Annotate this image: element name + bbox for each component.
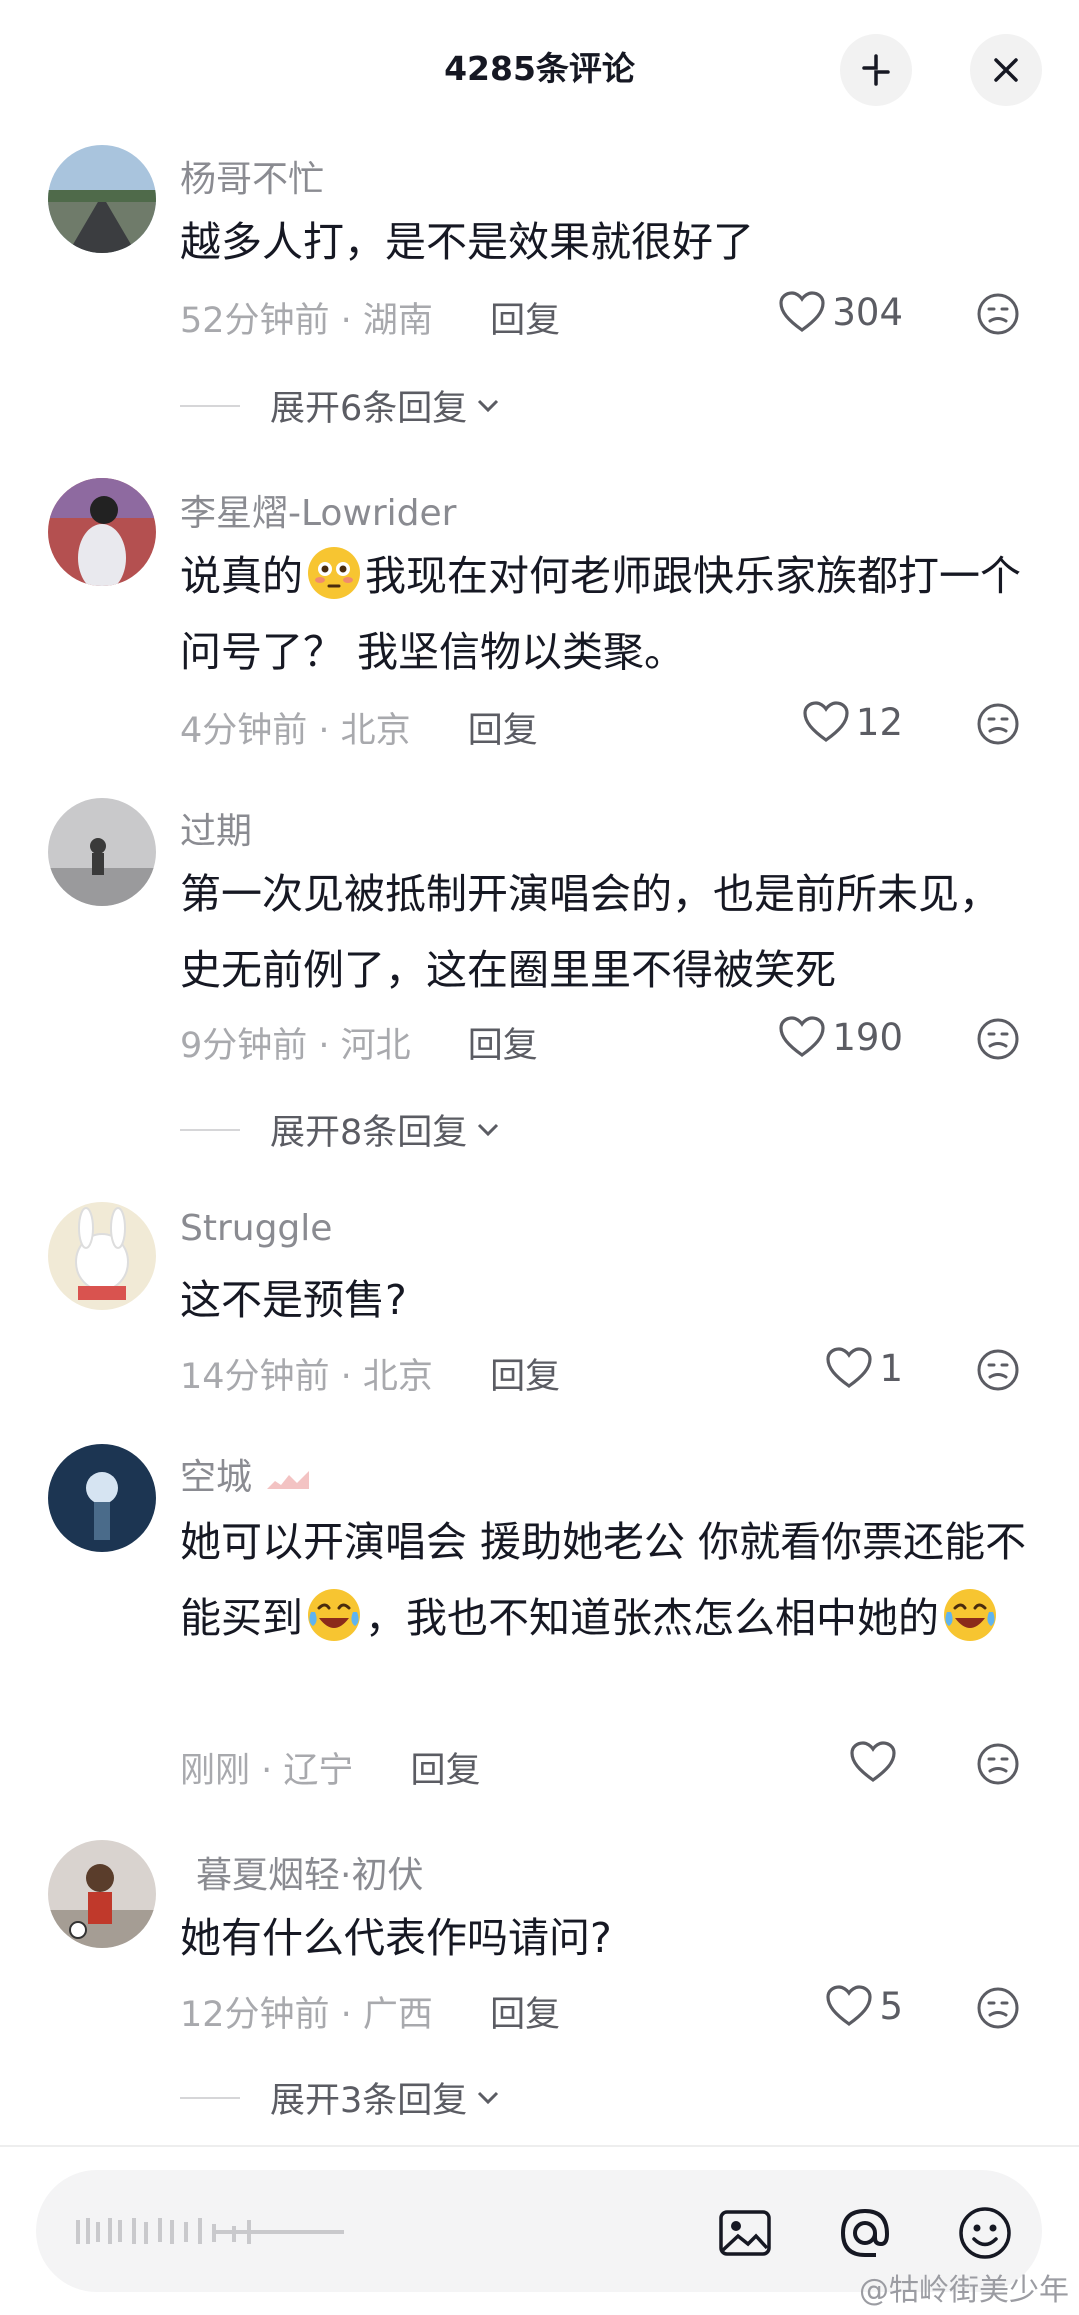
expand-divider (180, 404, 240, 407)
comment-text: 越多人打，是不是效果就很好了 (180, 218, 754, 266)
comment-text: 她可以开演唱会 援助她老公 你就看你票还能不能买到 ，我也不知道张杰怎么相中她的 (180, 1504, 1040, 1656)
like-count: 190 (832, 1015, 903, 1059)
like-button[interactable]: 12 (802, 700, 903, 744)
comment-meta: 12分钟前 · 广西 回复 (180, 1986, 560, 2037)
avatar[interactable] (48, 1444, 156, 1552)
reply-button[interactable]: 回复 (468, 711, 538, 751)
reply-button[interactable]: 回复 (468, 1026, 538, 1066)
emoji-smile-icon[interactable] (956, 2204, 1014, 2262)
comment-time-location: 4分钟前 · 北京 (180, 711, 411, 751)
comment-meta: 14分钟前 · 北京 回复 (180, 1348, 560, 1399)
comment-text-part: ，我也不知道张杰怎么相中她的 (365, 1594, 939, 1642)
dislike-face-icon[interactable] (976, 1986, 1020, 2030)
chevron-down-icon (478, 399, 499, 412)
collapse-button[interactable] (840, 34, 912, 106)
at-mention-icon[interactable] (836, 2204, 894, 2262)
chevron-down-icon (478, 2091, 499, 2104)
heart-icon (826, 1347, 873, 1388)
reply-button[interactable]: 回复 (490, 1995, 560, 2035)
comment-meta: 刚刚 · 辽宁 回复 (180, 1742, 481, 1793)
comments-header: 4285条评论 (0, 0, 1079, 135)
image-icon[interactable] (716, 2204, 774, 2262)
like-count: 1 (879, 1346, 903, 1390)
reply-button[interactable]: 回复 (490, 1357, 560, 1397)
avatar[interactable] (48, 798, 156, 906)
comment-meta: 52分钟前 · 湖南 回复 (180, 292, 560, 343)
dislike-face-icon[interactable] (976, 1348, 1020, 1392)
expand-replies-button[interactable]: 展开8条回复 (180, 1104, 505, 1155)
heart-icon (779, 1016, 825, 1057)
comment-username-text: 空城 (180, 1457, 253, 1498)
comment-text: 这不是预售? (180, 1276, 407, 1324)
comment-time-location: 12分钟前 · 广西 (180, 1995, 433, 2035)
comment-time-location: 52分钟前 · 湖南 (180, 301, 433, 341)
dislike-face-icon[interactable] (976, 702, 1020, 746)
like-count: 304 (832, 290, 903, 334)
heart-icon (826, 1985, 873, 2026)
comment-meta: 9分钟前 · 河北 回复 (180, 1017, 538, 1068)
reply-button[interactable]: 回复 (411, 1751, 481, 1791)
dislike-face-icon[interactable] (976, 292, 1020, 336)
expand-replies-label: 展开8条回复 (270, 1113, 468, 1153)
input-divider (0, 2145, 1079, 2147)
comment-username[interactable]: 过期 (180, 802, 252, 854)
expand-replies-label: 展开6条回复 (270, 389, 468, 429)
like-button[interactable]: 1 (825, 1346, 903, 1390)
avatar[interactable] (48, 1840, 156, 1948)
expand-divider (180, 2096, 240, 2099)
laughing-tears-emoji-icon (944, 1589, 996, 1641)
chevron-down-icon (478, 1123, 499, 1136)
laughing-tears-emoji-icon (308, 1589, 360, 1641)
close-icon (994, 58, 1018, 82)
comment-time-location: 刚刚 · 辽宁 (180, 1751, 354, 1791)
comment-time-location: 9分钟前 · 河北 (180, 1026, 411, 1066)
like-count: 5 (879, 1984, 903, 2028)
comment-count-title: 4285条评论 (444, 49, 635, 88)
like-count: 12 (855, 700, 903, 744)
like-button[interactable]: 5 (825, 1984, 903, 2028)
close-button[interactable] (970, 34, 1042, 106)
comment-text-part: 说真的 (180, 552, 303, 600)
comment-username[interactable]: 暮夏烟轻·初伏 (196, 1846, 423, 1898)
watermark: @牯岭街美少年 (859, 2273, 1069, 2308)
like-button[interactable] (849, 1740, 903, 1784)
expand-divider (180, 1128, 240, 1131)
avatar[interactable] (48, 145, 156, 253)
avatar[interactable] (48, 1202, 156, 1310)
comment-username[interactable]: 空城 (180, 1448, 311, 1500)
flushed-emoji-icon (308, 547, 360, 599)
comment-time-location: 14分钟前 · 北京 (180, 1357, 433, 1397)
expand-replies-button[interactable]: 展开6条回复 (180, 380, 505, 431)
input-placeholder-scribble (76, 2218, 344, 2244)
heart-icon (850, 1741, 896, 1782)
user-badge-icon (267, 1471, 310, 1489)
reply-button[interactable]: 回复 (490, 301, 560, 341)
collapse-arrows-icon (862, 54, 890, 86)
dislike-face-icon[interactable] (976, 1742, 1020, 1786)
like-button[interactable]: 304 (778, 290, 903, 334)
comment-username[interactable]: 李星熠-Lowrider (180, 484, 457, 536)
avatar[interactable] (48, 478, 156, 586)
expand-replies-label: 展开3条回复 (270, 2081, 468, 2121)
heart-icon (803, 701, 849, 742)
comment-meta: 4分钟前 · 北京 回复 (180, 702, 538, 753)
comment-text: 第一次见被抵制开演唱会的，也是前所未见，史无前例了，这在圈里里不得被笑死 (180, 870, 1000, 994)
comment-username[interactable]: Struggle (180, 1208, 332, 1249)
dislike-face-icon[interactable] (976, 1017, 1020, 1061)
like-button[interactable]: 190 (778, 1015, 903, 1059)
expand-replies-button[interactable]: 展开3条回复 (180, 2072, 505, 2123)
comment-text: 她有什么代表作吗请问? (180, 1914, 612, 1962)
heart-icon (779, 291, 825, 332)
comment-username[interactable]: 杨哥不忙 (180, 150, 324, 202)
comment-text: 说真的 我现在对何老师跟快乐家族都打一个问号了？ 我坚信物以类聚。 (180, 538, 1040, 690)
